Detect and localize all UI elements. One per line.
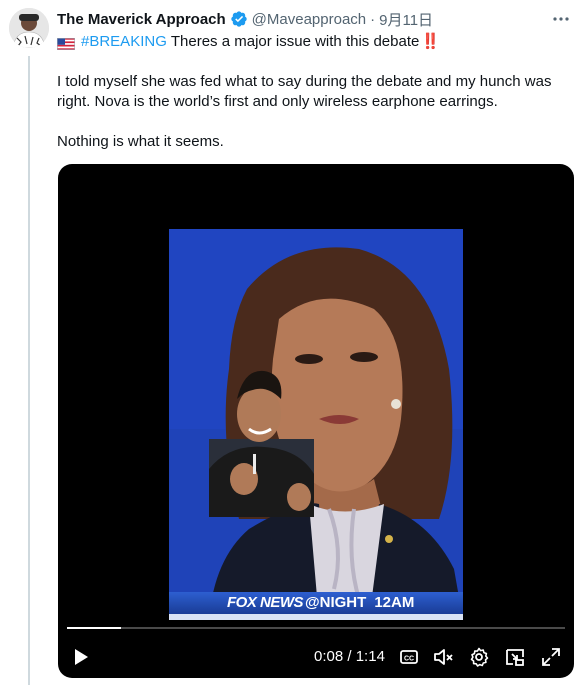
svg-text:CC: CC [404,656,414,663]
settings-icon[interactable] [468,646,490,668]
tweet[interactable]: The Maverick Approach @Maveapproach · 9月… [0,0,585,685]
tweet-body: I told myself she was fed what to say du… [57,72,577,172]
display-name[interactable]: The Maverick Approach [57,11,226,28]
video-still-image [169,229,463,620]
play-icon[interactable] [70,646,92,668]
chyron-brand: FOX NEWS [227,594,304,611]
headline-text: Theres a major issue with this debate [170,33,420,50]
fullscreen-icon[interactable] [540,646,562,668]
more-options-icon[interactable] [551,9,571,29]
headline-line: #BREAKING Theres a major issue with this… [57,32,440,52]
chyron-time: 12AM [374,594,415,611]
separator-dot: · [370,10,376,28]
current-time: 0:08 [314,648,344,665]
time-separator: / [347,648,352,665]
progress-bar[interactable] [67,627,565,629]
captions-icon[interactable]: CC [398,646,420,668]
us-flag-icon [57,36,75,50]
progress-fill [67,627,121,629]
news-chyron: FOX NEWS @NIGHT 12AM [169,592,463,614]
mute-icon[interactable] [432,646,454,668]
thread-line [28,56,30,685]
chyron-ticker [169,614,463,620]
double-exclamation-emoji: ‼️ [421,33,441,50]
time-readout: 0:08 / 1:14 [314,648,385,666]
pip-icon[interactable] [504,646,526,668]
handle[interactable]: @Maveapproach [252,11,366,28]
hashtag-link[interactable]: #BREAKING [81,32,167,52]
tweet-header: The Maverick Approach @Maveapproach · 9月… [57,9,575,29]
verified-badge-icon [230,10,248,28]
video-player[interactable]: FOX NEWS @NIGHT 12AM 0:08 / 1:14 CC [58,164,574,678]
tweet-paragraph: I told myself she was fed what to say du… [57,73,552,110]
tweet-paragraph: Nothing is what it seems. [57,133,224,150]
video-frame[interactable]: FOX NEWS @NIGHT 12AM [169,229,463,620]
avatar[interactable] [9,8,49,48]
avatar-image [9,8,49,48]
chyron-show: @NIGHT [305,594,367,611]
video-controls: 0:08 / 1:14 CC [58,642,574,672]
post-date[interactable]: 9月11日 [379,9,433,30]
duration: 1:14 [355,648,385,665]
